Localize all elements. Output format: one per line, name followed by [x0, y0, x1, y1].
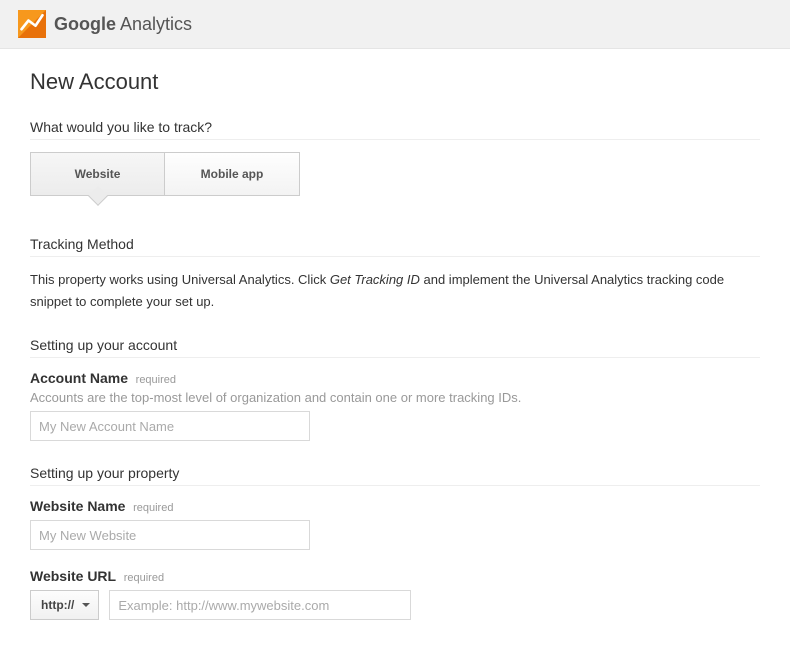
website-name-required: required [133, 502, 173, 514]
website-url-block: Website URL required http:// [30, 568, 760, 620]
page-title: New Account [30, 69, 760, 95]
toggle-mobile-app[interactable]: Mobile app [165, 152, 300, 196]
tm-text-emph: Get Tracking ID [330, 272, 420, 287]
account-name-hint: Accounts are the top-most level of organ… [30, 390, 760, 405]
protocol-value: http:// [41, 598, 74, 612]
tracking-method-heading: Tracking Method [30, 236, 760, 257]
account-name-input[interactable] [30, 411, 310, 441]
track-toggle-group: Website Mobile app [30, 152, 760, 196]
caret-down-icon [82, 603, 90, 607]
tracking-method-text: This property works using Universal Anal… [30, 269, 760, 313]
toggle-mobile-label: Mobile app [201, 167, 264, 181]
analytics-logo-icon [18, 10, 46, 38]
protocol-select[interactable]: http:// [30, 590, 99, 620]
website-url-input[interactable] [109, 590, 411, 620]
account-name-required: required [136, 374, 176, 386]
toggle-website-label: Website [75, 167, 121, 181]
brand-light: Analytics [116, 14, 192, 34]
track-heading-row: What would you like to track? [30, 119, 760, 140]
brand-text: Google Analytics [54, 14, 192, 35]
tm-text-before: This property works using Universal Anal… [30, 272, 330, 287]
setup-account-heading: Setting up your account [30, 337, 760, 358]
toggle-website[interactable]: Website [30, 152, 165, 196]
main-content: New Account What would you like to track… [0, 49, 790, 658]
website-url-label: Website URL [30, 568, 116, 584]
website-name-label: Website Name [30, 498, 125, 514]
website-url-required: required [124, 572, 164, 584]
website-name-input[interactable] [30, 520, 310, 550]
track-heading: What would you like to track? [30, 119, 212, 135]
header-bar: Google Analytics [0, 0, 790, 49]
brand-bold: Google [54, 14, 116, 34]
website-name-block: Website Name required [30, 498, 760, 550]
account-name-label: Account Name [30, 370, 128, 386]
setup-property-heading: Setting up your property [30, 465, 760, 486]
account-name-block: Account Name required Accounts are the t… [30, 370, 760, 441]
